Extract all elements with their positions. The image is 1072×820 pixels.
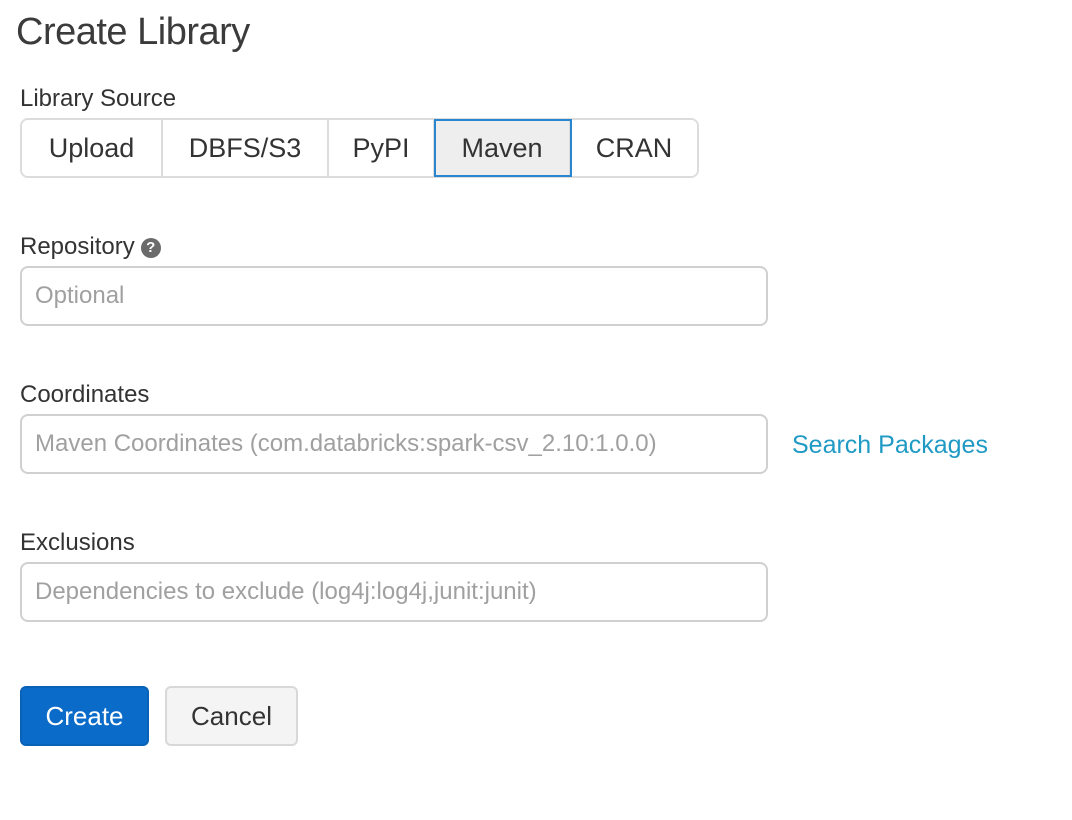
source-option-upload[interactable]: Upload bbox=[22, 120, 163, 176]
repository-input[interactable] bbox=[20, 266, 768, 326]
library-source-label: Library Source bbox=[20, 85, 177, 112]
cancel-button[interactable]: Cancel bbox=[165, 686, 298, 746]
source-option-pypi[interactable]: PyPI bbox=[329, 120, 435, 176]
coordinates-input[interactable] bbox=[20, 414, 768, 474]
create-button[interactable]: Create bbox=[20, 686, 149, 746]
search-packages-link[interactable]: Search Packages bbox=[792, 430, 988, 460]
exclusions-label: Exclusions bbox=[20, 529, 135, 556]
library-source-selector: Upload DBFS/S3 PyPI Maven CRAN bbox=[20, 118, 699, 178]
source-option-maven[interactable]: Maven bbox=[434, 119, 572, 177]
coordinates-label: Coordinates bbox=[20, 381, 150, 408]
exclusions-input[interactable] bbox=[20, 562, 768, 622]
repository-label: Repository? bbox=[20, 232, 161, 262]
source-option-dbfs-s3[interactable]: DBFS/S3 bbox=[163, 120, 329, 176]
repository-label-text: Repository bbox=[20, 233, 135, 260]
source-option-cran[interactable]: CRAN bbox=[571, 120, 697, 176]
page-title: Create Library bbox=[16, 11, 250, 53]
question-circle-icon[interactable]: ? bbox=[140, 238, 161, 258]
